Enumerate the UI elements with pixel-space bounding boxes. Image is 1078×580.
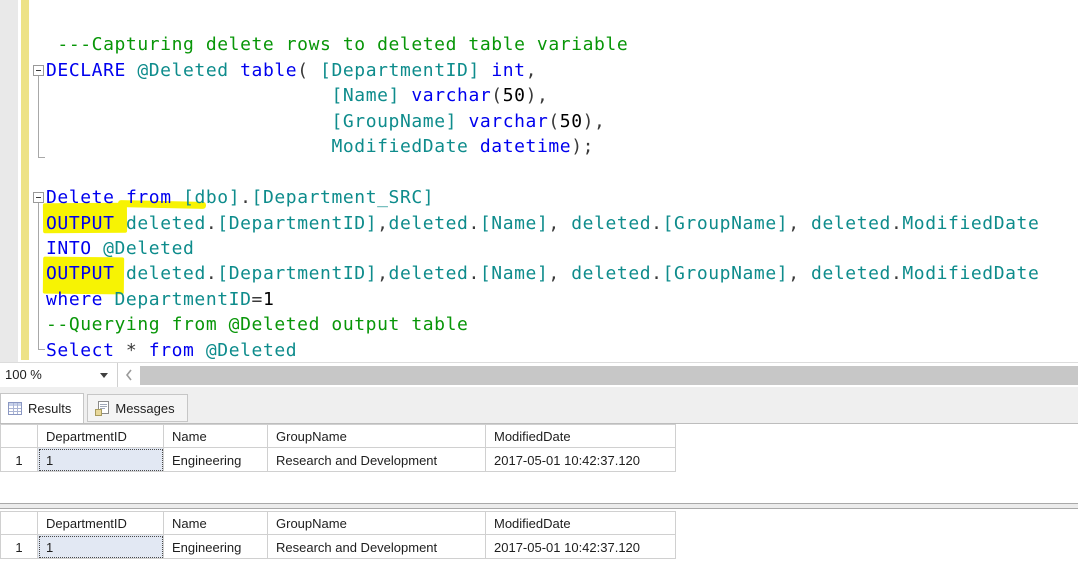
grid-cell[interactable]: 1: [38, 448, 164, 472]
row-header[interactable]: 1: [1, 448, 38, 472]
code-lines: ---Capturing delete rows to deleted tabl…: [46, 7, 1078, 363]
code-line[interactable]: where DepartmentID=1: [46, 287, 1078, 312]
results-pane-tabs: Results Messages: [0, 387, 1078, 423]
zoom-level-value: 100 %: [5, 367, 42, 382]
grid-corner-header[interactable]: [1, 425, 38, 448]
fold-guide-line: [38, 157, 45, 158]
results-grid-icon: [8, 402, 22, 415]
collapse-box-icon[interactable]: [33, 65, 44, 76]
code-line[interactable]: [46, 160, 1078, 185]
column-header[interactable]: Name: [164, 512, 268, 535]
grid-cell[interactable]: 2017-05-01 10:42:37.120: [486, 535, 676, 559]
code-line[interactable]: --Querying from @Deleted output table: [46, 312, 1078, 337]
code-line[interactable]: OUTPUT deleted.[DepartmentID],deleted.[N…: [46, 261, 1078, 286]
grid-splitter[interactable]: [0, 503, 1078, 509]
code-line[interactable]: DECLARE @Deleted table( [DepartmentID] i…: [46, 58, 1078, 83]
fold-guide-line: [38, 76, 39, 157]
collapse-box-icon[interactable]: [33, 192, 44, 203]
column-header[interactable]: GroupName: [268, 425, 486, 448]
column-header[interactable]: ModifiedDate: [486, 425, 676, 448]
code-line[interactable]: [GroupName] varchar(50),: [46, 109, 1078, 134]
tab-results[interactable]: Results: [0, 393, 84, 423]
editor-indicator-margin: [0, 0, 18, 362]
zoom-level-dropdown[interactable]: 100 %: [0, 363, 118, 387]
grid-cell[interactable]: 1: [38, 535, 164, 559]
track-changes-strip: [21, 0, 29, 360]
editor-bottom-bar: 100 %: [0, 362, 1078, 387]
chevron-left-icon: [125, 369, 133, 381]
code-line[interactable]: Delete from [dbo].[Department_SRC]: [46, 185, 1078, 210]
results-grid-2: DepartmentIDNameGroupNameModifiedDate11E…: [0, 511, 676, 559]
code-line[interactable]: Select * from @Deleted: [46, 338, 1078, 363]
ssms-query-window: ---Capturing delete rows to deleted tabl…: [0, 0, 1078, 580]
code-line[interactable]: OUTPUT deleted.[DepartmentID],deleted.[N…: [46, 211, 1078, 236]
row-header[interactable]: 1: [1, 535, 38, 559]
column-header[interactable]: DepartmentID: [38, 512, 164, 535]
grid-corner-header[interactable]: [1, 512, 38, 535]
scroll-left-button[interactable]: [118, 363, 140, 387]
grid-cell[interactable]: 2017-05-01 10:42:37.120: [486, 448, 676, 472]
chevron-down-icon: [100, 373, 108, 378]
code-line[interactable]: INTO @Deleted: [46, 236, 1078, 261]
grid-cell[interactable]: Engineering: [164, 535, 268, 559]
table-row: 11EngineeringResearch and Development201…: [1, 535, 676, 559]
column-header[interactable]: GroupName: [268, 512, 486, 535]
code-line[interactable]: ---Capturing delete rows to deleted tabl…: [46, 32, 1078, 57]
code-line[interactable]: ModifiedDate datetime);: [46, 134, 1078, 159]
messages-icon: [95, 401, 109, 416]
grid-cell[interactable]: Research and Development: [268, 535, 486, 559]
column-header[interactable]: Name: [164, 425, 268, 448]
column-header[interactable]: ModifiedDate: [486, 512, 676, 535]
column-header[interactable]: DepartmentID: [38, 425, 164, 448]
sql-editor[interactable]: ---Capturing delete rows to deleted tabl…: [0, 0, 1078, 362]
fold-guide-line: [38, 349, 45, 350]
grid-cell[interactable]: Research and Development: [268, 448, 486, 472]
code-line[interactable]: [Name] varchar(50),: [46, 83, 1078, 108]
table-row: 11EngineeringResearch and Development201…: [1, 448, 676, 472]
results-grid-1: DepartmentIDNameGroupNameModifiedDate11E…: [0, 424, 676, 472]
code-line[interactable]: [46, 7, 1078, 32]
scrollbar-thumb[interactable]: [140, 366, 1078, 385]
tab-messages-label: Messages: [115, 401, 174, 416]
tab-messages[interactable]: Messages: [87, 394, 187, 422]
tab-results-label: Results: [28, 401, 71, 416]
grid-cell[interactable]: Engineering: [164, 448, 268, 472]
fold-guide-line: [38, 203, 39, 349]
